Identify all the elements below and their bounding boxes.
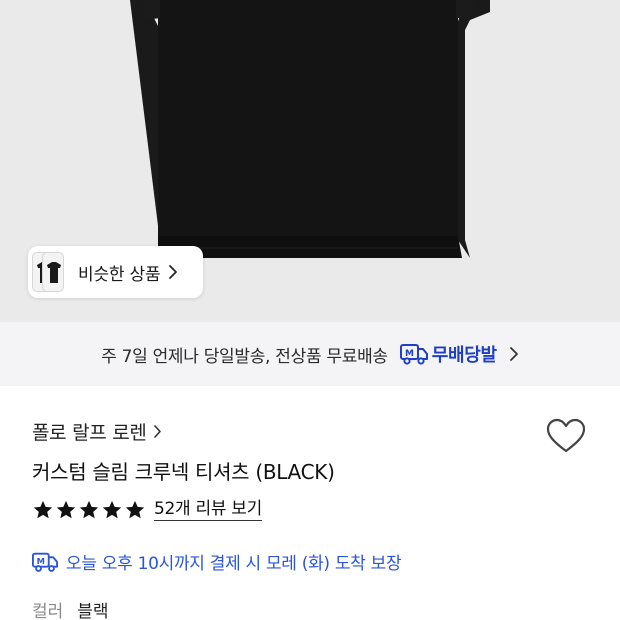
color-label: 컬러 — [32, 602, 64, 620]
free-shipping-badge: M 무배당발 — [399, 341, 497, 367]
star-rating — [32, 499, 147, 521]
view-reviews-link[interactable]: 52개 리뷰 보기 — [154, 498, 262, 521]
delivery-truck-icon: M — [32, 552, 58, 572]
free-shipping-badge-label: 무배당발 — [431, 345, 497, 366]
similar-thumbnail — [42, 252, 64, 292]
star-filled-icon — [102, 500, 122, 518]
brand-link[interactable]: 폴로 랄프 로렌 — [32, 418, 162, 445]
star-filled-icon — [79, 500, 99, 518]
similar-products-label: 비슷한 상품 — [78, 264, 161, 285]
similar-products-button[interactable]: 비슷한 상품 — [28, 246, 203, 298]
heart-outline-icon[interactable] — [546, 418, 586, 454]
rating-row: 52개 리뷰 보기 — [32, 498, 262, 521]
delivery-truck-icon: M — [399, 344, 428, 365]
brand-name: 폴로 랄프 로렌 — [32, 422, 147, 444]
shipping-banner[interactable]: 주 7일 언제나 당일발송, 전상품 무료배송 M 무배당발 — [0, 322, 620, 386]
chevron-right-icon — [509, 347, 518, 361]
color-value: 블랙 — [77, 602, 109, 620]
chevron-right-icon — [169, 265, 178, 279]
star-filled-icon — [33, 500, 53, 518]
svg-text:M: M — [37, 555, 45, 565]
svg-text:M: M — [405, 349, 414, 359]
product-image[interactable]: 비슷한 상품 — [0, 0, 620, 322]
product-title: 커스텀 슬림 크루넥 티셔츠 (BLACK) — [32, 460, 335, 484]
similar-product-thumbnails — [28, 246, 68, 298]
chevron-right-icon — [153, 425, 161, 438]
star-filled-icon — [125, 500, 145, 518]
delivery-guarantee-text: 오늘 오후 10시까지 결제 시 모레 (화) 도착 보장 — [66, 554, 402, 574]
shipping-banner-text: 주 7일 언제나 당일발송, 전상품 무료배송 — [101, 346, 388, 367]
delivery-guarantee: M 오늘 오후 10시까지 결제 시 모레 (화) 도착 보장 — [32, 549, 402, 574]
star-filled-icon — [56, 500, 76, 518]
color-option-row: 컬러 블랙 — [32, 597, 109, 620]
